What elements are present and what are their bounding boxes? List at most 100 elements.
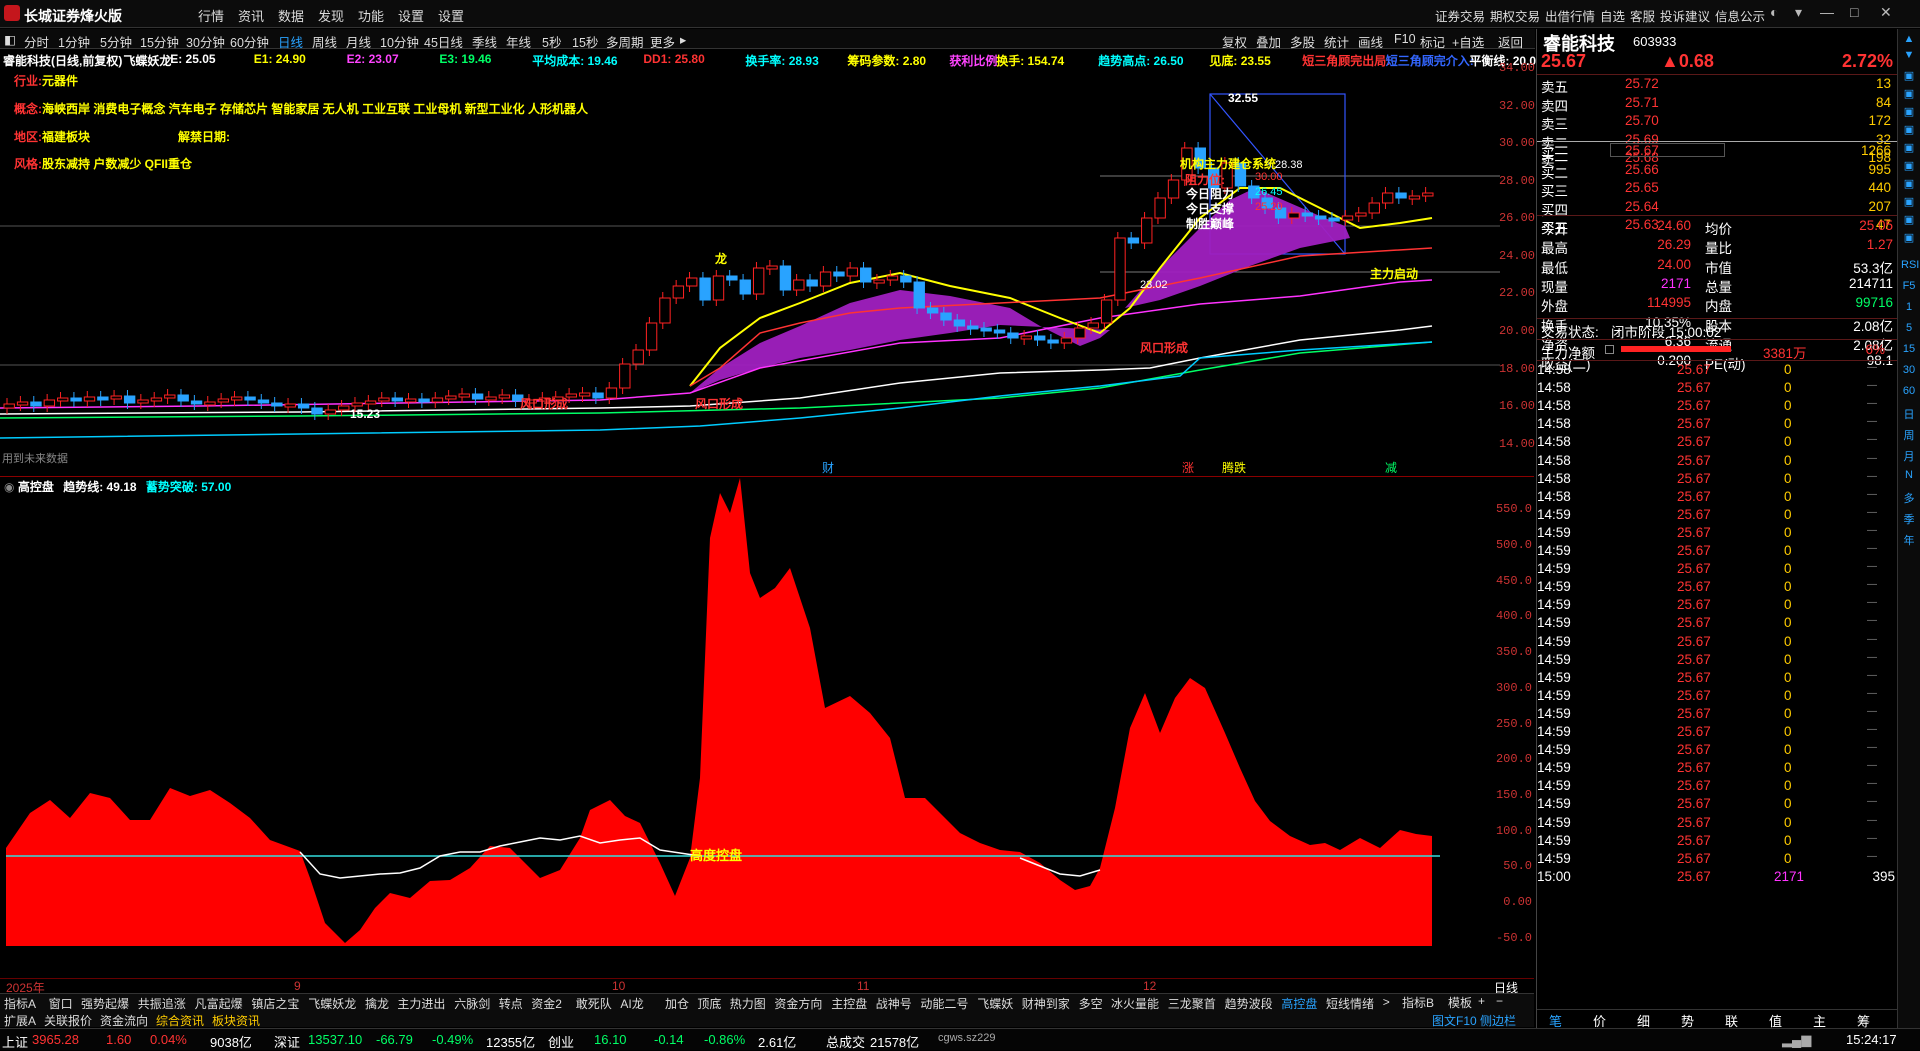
- menu-disclosure[interactable]: 信息公示: [1715, 6, 1765, 25]
- tool-icon[interactable]: ▣: [1901, 213, 1917, 226]
- indicator-collapse-icon[interactable]: ◉: [4, 480, 14, 494]
- menu-discover[interactable]: 功能: [358, 6, 384, 25]
- menu-function[interactable]: 设置: [398, 6, 424, 25]
- menu-news[interactable]: 数据: [278, 6, 304, 25]
- signal-icon[interactable]: ▂▄▆: [1782, 1032, 1811, 1048]
- tool-multi-stock[interactable]: 多股: [1290, 32, 1315, 51]
- indicator-tab[interactable]: 凡富起爆: [195, 995, 243, 1012]
- side-strip-item[interactable]: 多: [1901, 490, 1917, 506]
- indicator-tab[interactable]: 多空: [1079, 995, 1103, 1012]
- menu-quotes[interactable]: 行情: [198, 6, 224, 25]
- period-weekly[interactable]: 周线: [312, 32, 337, 51]
- side-strip-item[interactable]: 1: [1901, 301, 1917, 313]
- tabs-add-icon[interactable]: +: [1478, 994, 1485, 1008]
- indicator-tab[interactable]: 擒龙: [365, 995, 389, 1012]
- order-book-row[interactable]: 买二 25.66 995: [1537, 161, 1897, 181]
- tool-draw-line[interactable]: 画线: [1358, 32, 1383, 51]
- tool-icon[interactable]: ▣: [1901, 177, 1917, 190]
- tool-icon[interactable]: ▣: [1901, 105, 1917, 118]
- tool-restore-rights[interactable]: 复权: [1222, 32, 1247, 51]
- minimize-icon[interactable]: —: [1820, 4, 1834, 20]
- tab-indicator-b[interactable]: 指标B: [1402, 994, 1434, 1011]
- tool-overlay[interactable]: 叠加: [1256, 32, 1281, 51]
- order-book-row[interactable]: 卖三 25.70 172: [1537, 112, 1897, 132]
- menu-options-trade[interactable]: 期权交易: [1490, 6, 1540, 25]
- period-multi[interactable]: 多周期: [606, 32, 644, 51]
- menu-dropdown-icon[interactable]: ▾: [1795, 4, 1802, 21]
- tool-icon[interactable]: ▣: [1901, 141, 1917, 154]
- scroll-down-icon[interactable]: ▼: [1901, 49, 1917, 61]
- side-strip-item[interactable]: 月: [1901, 448, 1917, 464]
- indicator-tab[interactable]: 短线情绪: [1326, 995, 1374, 1012]
- tool-add-watch[interactable]: +自选: [1452, 32, 1484, 51]
- indicator-tab[interactable]: 强势起爆: [81, 995, 129, 1012]
- tab-news[interactable]: 综合资讯: [156, 1012, 204, 1029]
- indicator-tab[interactable]: 主力进出: [397, 995, 445, 1012]
- period-15min[interactable]: 15分钟: [140, 32, 179, 51]
- cy-index-label[interactable]: 创业: [548, 1032, 574, 1051]
- skin-icon[interactable]: ◐: [1770, 4, 1778, 20]
- sz-index-label[interactable]: 深证: [274, 1032, 300, 1051]
- tool-icon[interactable]: ▣: [1901, 231, 1917, 244]
- menu-settings[interactable]: 设置: [438, 6, 464, 25]
- indicator-tab[interactable]: 指标A: [4, 995, 36, 1012]
- net-inflow-row[interactable]: 主力净额 3381万 6%: [1537, 341, 1897, 361]
- side-strip-item[interactable]: 30: [1901, 364, 1917, 376]
- tabs-scroll-right-icon[interactable]: >: [1383, 995, 1390, 1009]
- indicator-tab[interactable]: 六脉剑: [454, 995, 490, 1012]
- period-10min[interactable]: 10分钟: [380, 32, 419, 51]
- indicator-tab[interactable]: AI龙: [620, 995, 643, 1012]
- period-quarter[interactable]: 季线: [472, 32, 497, 51]
- period-1min[interactable]: 1分钟: [58, 32, 90, 51]
- indicator-tab[interactable]: 资金方向: [774, 995, 822, 1012]
- menu-complaint[interactable]: 投诉建议: [1660, 6, 1710, 25]
- indicator-tab[interactable]: 飞蝶妖: [977, 995, 1013, 1012]
- tool-mark[interactable]: 标记: [1420, 32, 1445, 51]
- tool-icon[interactable]: ▣: [1901, 195, 1917, 208]
- indicator-chart[interactable]: 高度控盘: [0, 478, 1530, 978]
- net-inflow-toggle-icon[interactable]: [1605, 345, 1614, 354]
- indicator-name[interactable]: 高控盘: [18, 480, 54, 494]
- tab-template[interactable]: 模板: [1448, 994, 1472, 1011]
- period-60min[interactable]: 60分钟: [230, 32, 269, 51]
- tabs-remove-icon[interactable]: −: [1496, 994, 1503, 1008]
- period-more[interactable]: 更多: [650, 32, 675, 51]
- period-monthly[interactable]: 月线: [346, 32, 371, 51]
- period-15sec[interactable]: 15秒: [572, 32, 598, 51]
- indicator-tab[interactable]: 财神到家: [1022, 995, 1070, 1012]
- close-icon[interactable]: ✕: [1880, 4, 1892, 21]
- indicator-tab[interactable]: 三龙聚首: [1168, 995, 1216, 1012]
- order-book-row[interactable]: 卖五 25.72 13: [1537, 75, 1897, 95]
- side-strip-item[interactable]: 季: [1901, 511, 1917, 527]
- menu-data[interactable]: 发现: [318, 6, 344, 25]
- side-strip-item[interactable]: 周: [1901, 427, 1917, 443]
- menu-securities-trade[interactable]: 证券交易: [1435, 6, 1485, 25]
- tool-icon[interactable]: ▣: [1901, 87, 1917, 100]
- indicator-tab[interactable]: 顶底: [697, 995, 721, 1012]
- tab-f10-sidebar[interactable]: 图文F10 侧边栏: [1432, 1012, 1516, 1029]
- side-strip-item[interactable]: 日: [1901, 406, 1917, 422]
- indicator-tab[interactable]: 窗口: [49, 995, 73, 1012]
- indicator-tab[interactable]: 转点: [499, 995, 523, 1012]
- side-strip-item[interactable]: 年: [1901, 532, 1917, 548]
- indicator-tab[interactable]: 冰火量能: [1111, 995, 1159, 1012]
- side-strip-item[interactable]: 15: [1901, 343, 1917, 355]
- indicator-tab[interactable]: 敢死队: [576, 995, 612, 1012]
- side-strip-item[interactable]: F5: [1901, 280, 1917, 292]
- period-5sec[interactable]: 5秒: [542, 32, 561, 51]
- tab-sector-news[interactable]: 板块资讯: [212, 1012, 260, 1029]
- tab-extend-a[interactable]: 扩展A: [4, 1012, 36, 1029]
- side-strip-item[interactable]: 5: [1901, 322, 1917, 334]
- panel-divider[interactable]: [0, 476, 1534, 477]
- order-book-row[interactable]: 买三 25.65 440: [1537, 179, 1897, 199]
- indicator-tab[interactable]: 共振追涨: [138, 995, 186, 1012]
- side-strip-item[interactable]: 60: [1901, 385, 1917, 397]
- indicator-tab[interactable]: 高控盘: [1281, 995, 1317, 1012]
- indicator-tab[interactable]: 飞蝶妖龙: [308, 995, 356, 1012]
- period-daily[interactable]: 日线: [278, 32, 303, 51]
- indicator-tab[interactable]: 主控盘: [831, 995, 867, 1012]
- indicator-tab[interactable]: 加仓: [665, 995, 689, 1012]
- indicator-tab[interactable]: 战神号: [876, 995, 912, 1012]
- period-30min[interactable]: 30分钟: [186, 32, 225, 51]
- tool-back[interactable]: 返回: [1498, 32, 1523, 51]
